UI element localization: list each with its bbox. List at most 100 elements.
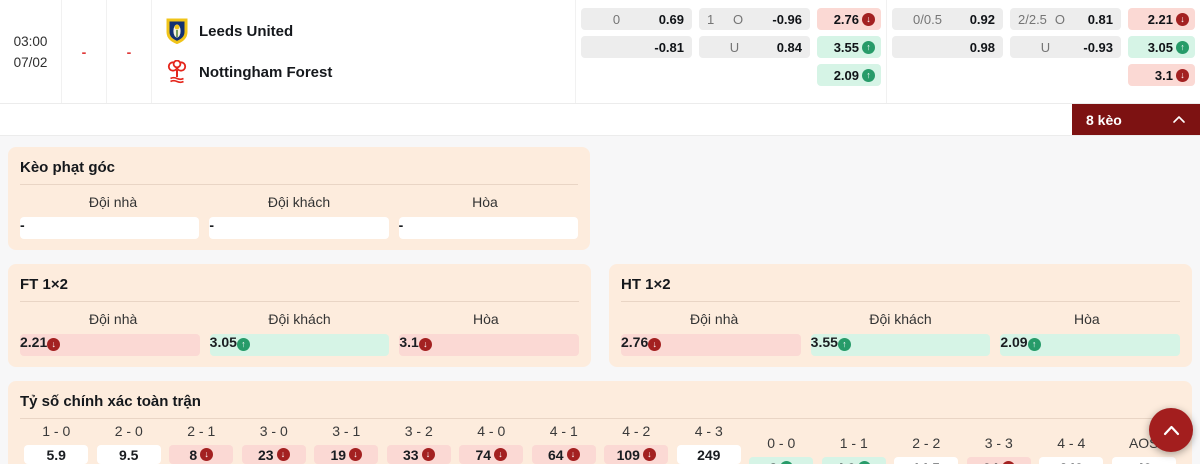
trend-arrow-icon [566, 448, 580, 461]
hdp-odds-home[interactable]: 0 0.69 [581, 8, 692, 30]
x12-odds-home[interactable]: 2.76 [817, 8, 881, 30]
score-odds[interactable]: 14.5 [894, 456, 959, 464]
score-label: 2 - 0 [114, 423, 143, 439]
away-score: - [107, 0, 152, 103]
corner-away-odds[interactable]: - [209, 217, 389, 239]
x12-odds-draw[interactable]: 2.09 [817, 64, 881, 86]
score-odds[interactable]: 249 [1039, 456, 1104, 464]
score-odds-top[interactable]: 64 [531, 445, 596, 464]
exact-score-title: Tỷ số chính xác toàn trận [20, 390, 1180, 419]
ou-odds-under[interactable]: U -0.93 [1010, 36, 1121, 58]
trend-arrow-icon [418, 338, 432, 351]
x12-cards-row: FT 1×2 Đội nhà Đội khách Hòa 2.21 3.05 3… [8, 264, 1192, 367]
home-score: - [62, 0, 107, 103]
score-column: 2 - 1810 [165, 423, 238, 464]
away-team-row[interactable]: Nottingham Forest [165, 59, 575, 85]
home-team-name: Leeds United [199, 22, 294, 40]
ou-odds-over[interactable]: 2/2.5 O 0.81 [1010, 8, 1121, 30]
score-label: 3 - 0 [259, 423, 288, 439]
trend-arrow-icon [47, 338, 61, 351]
over-label: O [1054, 11, 1066, 27]
hdp-odds-away[interactable]: 0.98 [892, 36, 1003, 58]
ou-odds-over[interactable]: 1 O -0.96 [699, 8, 810, 30]
score-column: 1 - 1 4.9 [818, 423, 891, 464]
ft-away-odds[interactable]: 3.05 [209, 334, 390, 356]
score-label: 3 - 1 [332, 423, 361, 439]
x12-odds-away[interactable]: 3.05 [1128, 36, 1195, 58]
score-odds[interactable]: 8 [749, 456, 814, 464]
score-odds-top[interactable]: 8 [169, 445, 234, 464]
hdp-odds-away[interactable]: -0.81 [581, 36, 692, 58]
leeds-united-logo-icon [165, 18, 189, 44]
exact-score-columns: 1 - 05.97.42 - 09.5152 - 18103 - 023453 … [20, 423, 1180, 464]
score-label: 1 - 1 [839, 434, 868, 451]
score-odds[interactable]: 94 [966, 456, 1031, 464]
score-odds-top[interactable]: 74 [459, 445, 524, 464]
ou-odds-under[interactable]: U 0.84 [699, 36, 810, 58]
nottingham-forest-logo-icon [165, 59, 189, 85]
score-column: 2 - 2 14.5 [890, 423, 963, 464]
score-column: 4 - 2109169 [600, 423, 673, 464]
corner-draw-odds[interactable]: - [398, 217, 578, 239]
trend-arrow-icon [236, 338, 250, 351]
ht-away-odds[interactable]: 3.55 [810, 334, 991, 356]
score-label: 0 - 0 [767, 434, 796, 451]
score-column: 1 - 05.97.4 [20, 423, 93, 464]
score-label: 2 - 2 [912, 434, 941, 451]
draw-column-header: Hòa [472, 311, 499, 327]
ht-home-odds[interactable]: 2.76 [621, 334, 801, 356]
score-label: 1 - 0 [42, 423, 71, 439]
hdp-odds-home[interactable]: 0/0.5 0.92 [892, 8, 1003, 30]
trend-arrow-icon [349, 448, 363, 461]
x12-odds-away[interactable]: 3.55 [817, 36, 881, 58]
score-column: 4 - 4 249 [1035, 423, 1108, 464]
away-column-header: Đội khách [267, 194, 331, 210]
trend-arrow-icon [648, 338, 662, 351]
trend-arrow-icon [642, 448, 656, 461]
score-odds[interactable]: 4.9 [821, 456, 886, 464]
score-odds[interactable]: 49 [1111, 456, 1176, 464]
score-odds-top[interactable]: 109 [604, 445, 669, 464]
score-odds-top[interactable]: 5.9 [24, 445, 89, 464]
keo-toggle-button[interactable]: 8 kèo [1072, 104, 1200, 135]
ft-home-odds[interactable]: 2.21 [20, 334, 200, 356]
ht-1x2-card: HT 1×2 Đội nhà Đội khách Hòa 2.76 3.55 2… [609, 264, 1192, 367]
ou-line: 1 [707, 11, 715, 27]
trend-arrow-icon [1176, 40, 1189, 54]
scroll-to-top-button[interactable] [1149, 408, 1193, 452]
under-label: U [729, 39, 740, 55]
corner-home-odds[interactable]: - [20, 217, 200, 239]
score-odds-top[interactable]: 9.5 [96, 445, 161, 464]
keo-strip: 8 kèo [0, 104, 1200, 136]
odds-area: 0 0.69 1 O -0.96 2.76 -0.81 U 0.84 3.55 [575, 0, 1200, 103]
match-time: 03:00 [13, 33, 48, 49]
x12-odds-draw[interactable]: 3.1 [1128, 64, 1195, 86]
score-odds-top[interactable]: 33 [386, 445, 451, 464]
chevron-up-icon [1163, 425, 1179, 435]
trend-arrow-icon [1027, 338, 1041, 351]
away-column-header: Đội khách [869, 311, 932, 327]
ht-draw-odds[interactable]: 2.09 [1000, 334, 1181, 356]
x12-odds-home[interactable]: 2.21 [1128, 8, 1195, 30]
trend-arrow-icon [1176, 68, 1189, 82]
ft-draw-odds[interactable]: 3.1 [399, 334, 580, 356]
home-team-row[interactable]: Leeds United [165, 18, 575, 44]
trend-arrow-icon [421, 448, 435, 461]
ht-card-title: HT 1×2 [621, 273, 1180, 302]
ou-line: 2/2.5 [1018, 11, 1047, 27]
ft-1x2-card: FT 1×2 Đội nhà Đội khách Hòa 2.21 3.05 3… [8, 264, 591, 367]
main-content: Kèo phạt góc Đội nhà Đội khách Hòa - - -… [0, 136, 1200, 464]
score-odds-top[interactable]: 19 [314, 445, 379, 464]
odds-group-1: 0 0.69 1 O -0.96 2.76 -0.81 U 0.84 3.55 [576, 0, 886, 103]
trend-arrow-icon [200, 448, 214, 461]
score-odds-top[interactable]: 23 [241, 445, 306, 464]
trend-arrow-icon [862, 40, 875, 54]
score-label: 4 - 0 [477, 423, 506, 439]
away-column-header: Đội khách [268, 311, 331, 327]
under-label: U [1040, 39, 1051, 55]
home-column-header: Đội nhà [690, 311, 739, 327]
score-odds-top[interactable]: 249 [676, 445, 741, 464]
chevron-up-icon [1173, 116, 1185, 123]
score-column: 3 - 3 94 [963, 423, 1036, 464]
corner-card-values: - - - [20, 217, 578, 239]
